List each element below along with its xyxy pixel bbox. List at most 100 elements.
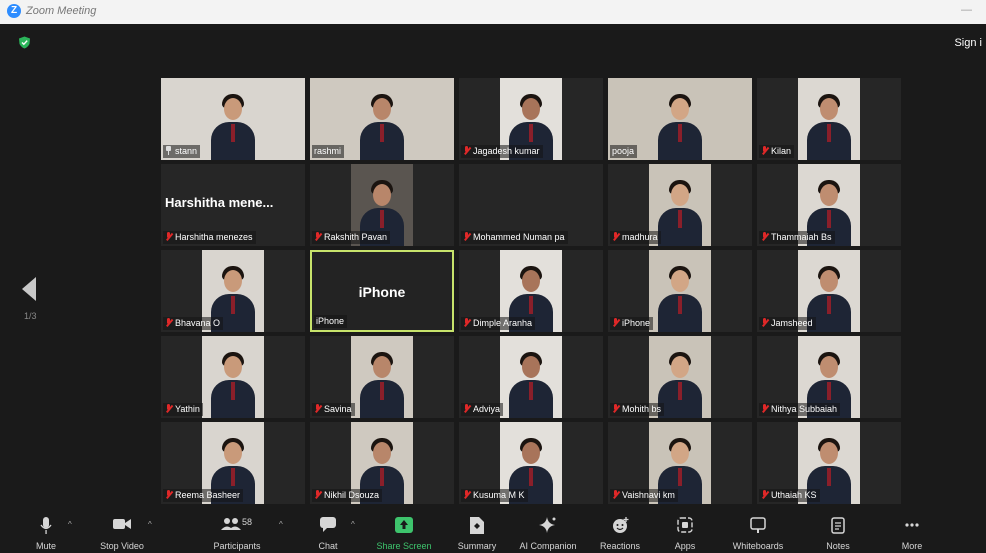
more-button[interactable]: More [892,510,932,553]
participant-name-label: Bhavana O [163,317,224,330]
participant-name: Jagadesh kumar [473,146,540,156]
pin-icon [165,146,172,155]
participants-button[interactable]: 58 Participants [206,510,268,553]
participant-tile[interactable]: Harshitha mene... Harshitha menezes [161,164,305,246]
apps-label: Apps [674,541,696,551]
share-screen-label: Share Screen [376,541,432,551]
participant-name: Reema Basheer [175,490,241,500]
minimize-button[interactable]: — [961,4,972,16]
mic-muted-icon [612,404,619,413]
participant-tile[interactable]: rashmi [310,78,454,160]
participant-tile[interactable]: Jagadesh kumar [459,78,603,160]
participant-tile[interactable]: Jamsheed [757,250,901,332]
video-gallery-grid: stann rashmi Jagadesh kumar pooja Kilan Harsh… [161,78,901,504]
participant-name-label: Rakshith Pavan [312,231,391,244]
participant-tile[interactable]: Adviya [459,336,603,418]
more-label: More [901,541,923,551]
participant-name-label: Nikhil Dsouza [312,489,383,502]
participant-name: Dimple Aranha [473,318,533,328]
participant-tile[interactable]: Bhavana O [161,250,305,332]
participant-tile[interactable]: Kilan [757,78,901,160]
sign-in-link[interactable]: Sign i [954,37,982,49]
ai-companion-button[interactable]: AI Companion [514,510,582,553]
participant-name: pooja [612,146,635,156]
mic-muted-icon [612,490,619,499]
participant-display-name: Harshitha mene... [165,195,274,210]
participant-tile[interactable]: Kusuma M K [459,422,603,504]
mic-muted-icon [314,490,321,499]
participant-tile[interactable]: Rakshith Pavan [310,164,454,246]
mic-muted-icon [761,318,768,327]
reactions-button[interactable]: Reactions [594,510,646,553]
whiteboards-button[interactable]: Whiteboards [726,510,790,553]
participant-name-label: Thammaiah Bs [759,231,835,244]
participant-display-name: iPhone [358,284,406,300]
whiteboards-label: Whiteboards [732,541,784,551]
participant-name: Jamsheed [771,318,813,328]
participant-tile[interactable]: Uthaiah KS [757,422,901,504]
participant-tile[interactable]: madhura [608,164,752,246]
participant-name: Bhavana O [175,318,221,328]
participant-name: rashmi [314,146,342,156]
reactions-label: Reactions [599,541,641,551]
participant-tile[interactable]: pooja [608,78,752,160]
participant-tile[interactable]: Nikhil Dsouza [310,422,454,504]
participant-name-label: Mohammed Numan pa [461,231,568,244]
mic-muted-icon [612,318,619,327]
previous-page-arrow-icon[interactable] [22,277,36,301]
mic-muted-icon [761,146,768,155]
participant-name-label: madhura [610,231,661,244]
video-options-caret-icon[interactable]: ^ [148,520,152,529]
gallery-page-indicator: 1/3 [24,311,37,321]
participant-tile[interactable]: Savina [310,336,454,418]
mic-muted-icon [165,490,172,499]
participant-name: Nikhil Dsouza [324,490,380,500]
participant-name-label: Dimple Aranha [461,317,536,330]
share-screen-button[interactable]: Share Screen [372,510,436,553]
participant-name: madhura [622,232,658,242]
participant-video [649,250,711,332]
participant-name-label: Jagadesh kumar [461,145,543,158]
participant-tile[interactable]: Thammaiah Bs [757,164,901,246]
participant-tile[interactable]: Nithya Subbaiah [757,336,901,418]
mute-options-caret-icon[interactable]: ^ [68,520,72,529]
stop-video-button[interactable]: Stop Video [94,510,150,553]
participant-figure [658,174,702,246]
zoom-logo-icon: Z [7,4,21,18]
mute-button[interactable]: Mute [26,510,66,553]
notes-button[interactable]: Notes [816,510,860,553]
participant-tile[interactable]: Reema Basheer [161,422,305,504]
chat-options-caret-icon[interactable]: ^ [351,520,355,529]
participant-video [500,336,562,418]
participant-tile[interactable]: Vaishnavi km [608,422,752,504]
participant-tile[interactable]: Mohammed Numan pa [459,164,603,246]
participant-name-label: Uthaiah KS [759,489,820,502]
participant-tile[interactable]: iPhone iPhone [310,250,454,332]
participant-name-label: stann [163,145,201,158]
participant-tile[interactable]: Dimple Aranha [459,250,603,332]
participant-tile[interactable]: stann [161,78,305,160]
participant-figure [360,346,404,418]
participant-name-label: Kilan [759,145,795,158]
participant-tile[interactable]: iPhone [608,250,752,332]
participant-name-label: Jamsheed [759,317,816,330]
participants-options-caret-icon[interactable]: ^ [279,520,283,529]
participant-tile[interactable]: Yathin [161,336,305,418]
participant-figure [211,88,255,160]
participant-name: Kusuma M K [473,490,525,500]
video-camera-icon [113,519,131,529]
mic-muted-icon [165,404,172,413]
shield-check-icon[interactable] [18,36,31,49]
chat-button[interactable]: Chat [310,510,346,553]
participant-name: stann [175,146,198,156]
apps-button[interactable]: Apps [664,510,706,553]
summary-button[interactable]: Summary [452,510,502,553]
whiteboard-icon [750,517,766,533]
participant-name: Yathin [175,404,200,414]
participant-name: Thammaiah Bs [771,232,832,242]
reactions-emoji-icon [613,517,629,533]
stop-video-label: Stop Video [100,541,144,551]
participant-name-label: Harshitha menezes [163,231,256,244]
participant-tile[interactable]: Mohith bs [608,336,752,418]
participant-name-label: Yathin [163,403,203,416]
